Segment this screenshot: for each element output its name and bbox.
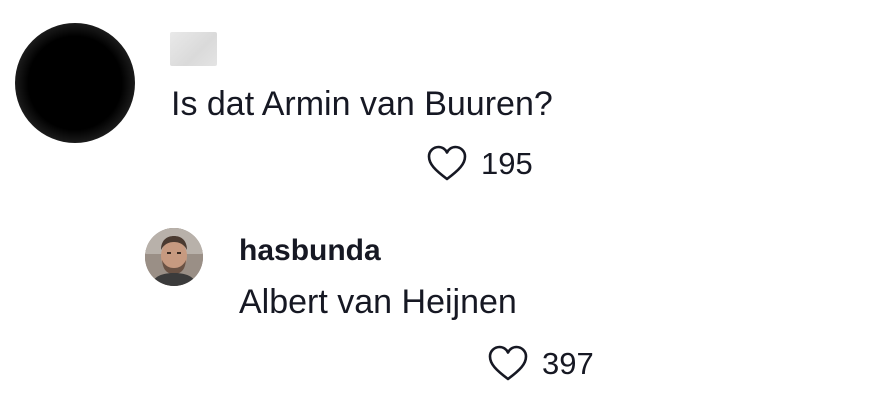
heart-outline-icon[interactable] bbox=[486, 344, 530, 384]
reply-text: Albert van Heijnen bbox=[239, 283, 517, 321]
commenter-avatar[interactable] bbox=[15, 23, 135, 143]
comment-like-button[interactable]: 195 bbox=[425, 143, 533, 185]
like-count: 195 bbox=[481, 146, 533, 181]
reply-like-button[interactable]: 397 bbox=[486, 343, 594, 385]
like-count: 397 bbox=[542, 346, 594, 381]
comment-text: Is dat Armin van Buuren? bbox=[171, 85, 553, 123]
reply-username[interactable]: hasbunda bbox=[239, 233, 381, 269]
heart-outline-icon[interactable] bbox=[425, 144, 469, 184]
reply-avatar[interactable] bbox=[145, 228, 203, 286]
commenter-username-redacted[interactable] bbox=[170, 32, 217, 66]
